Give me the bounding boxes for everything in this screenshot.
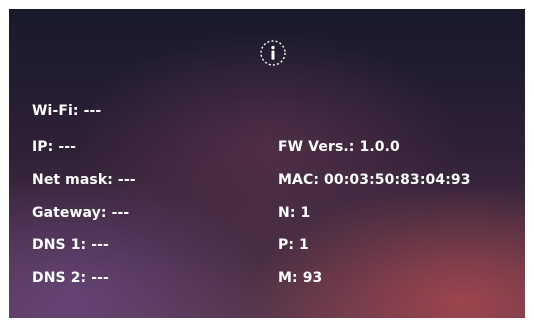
n-value: N: 1 bbox=[278, 205, 311, 221]
wifi-status: Wi-Fi: --- bbox=[32, 103, 102, 119]
m-value: M: 93 bbox=[278, 270, 323, 286]
firmware-version: FW Vers.: 1.0.0 bbox=[278, 139, 400, 155]
mac-address: MAC: 00:03:50:83:04:93 bbox=[278, 172, 471, 188]
info-icon[interactable] bbox=[259, 39, 287, 67]
dns-2: DNS 2: --- bbox=[32, 270, 109, 286]
gateway: Gateway: --- bbox=[32, 205, 130, 221]
info-screen: Wi-Fi: --- IP: --- Net mask: --- Gateway… bbox=[9, 9, 525, 318]
ip-address: IP: --- bbox=[32, 139, 77, 155]
net-mask: Net mask: --- bbox=[32, 172, 136, 188]
dns-1: DNS 1: --- bbox=[32, 237, 109, 253]
p-value: P: 1 bbox=[278, 237, 309, 253]
